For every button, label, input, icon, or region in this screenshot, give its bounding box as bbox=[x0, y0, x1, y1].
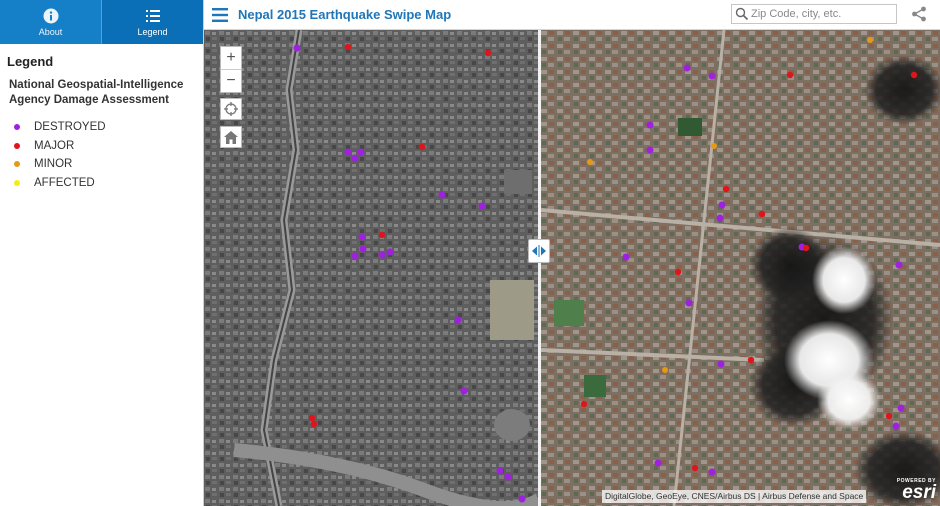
locate-button[interactable] bbox=[220, 98, 242, 120]
legend-title: Legend bbox=[7, 54, 54, 69]
legend-label: DESTROYED bbox=[34, 121, 106, 134]
legend-label: MAJOR bbox=[34, 139, 75, 152]
list-icon bbox=[145, 8, 161, 24]
tab-legend-label: Legend bbox=[137, 26, 168, 37]
legend-layer-title: National Geospatial-Intelligence Agency … bbox=[9, 79, 184, 106]
swipe-handle[interactable] bbox=[528, 239, 550, 263]
sidebar: About Legend Legend National Geospatial-… bbox=[0, 0, 204, 506]
hamburger-menu-icon[interactable] bbox=[212, 7, 228, 22]
legend-item-destroyed: DESTROYED bbox=[14, 118, 203, 137]
zoom-control: + − bbox=[220, 46, 242, 93]
destroyed-points bbox=[293, 44, 905, 503]
legend-swatch-minor bbox=[14, 161, 20, 168]
legend-label: AFFECTED bbox=[34, 176, 95, 189]
damage-points-layer bbox=[293, 37, 918, 503]
search-input[interactable] bbox=[749, 8, 893, 20]
tab-legend[interactable]: Legend bbox=[102, 0, 203, 44]
home-button[interactable] bbox=[220, 126, 242, 148]
legend-item-minor: MINOR bbox=[14, 155, 203, 174]
tab-about[interactable]: About bbox=[0, 0, 102, 44]
share-icon[interactable] bbox=[911, 6, 927, 22]
app-title: Nepal 2015 Earthquake Swipe Map bbox=[238, 7, 452, 22]
crosshair-icon bbox=[224, 102, 238, 116]
legend-swatch-major bbox=[14, 142, 20, 149]
esri-logo[interactable]: POWERED BY esri bbox=[886, 478, 936, 504]
legend-list: DESTROYED MAJOR MINOR AFFECTED bbox=[14, 118, 203, 192]
legend-swatch-affected bbox=[14, 179, 20, 186]
home-icon bbox=[224, 130, 238, 144]
map-view[interactable]: + − DigitalGlobe, GeoEye, CNES/Airbus DS… bbox=[204, 30, 940, 506]
sidebar-tabs: About Legend bbox=[0, 0, 203, 44]
search-box bbox=[731, 4, 897, 24]
legend-item-affected: AFFECTED bbox=[14, 174, 203, 193]
tab-about-label: About bbox=[38, 26, 63, 37]
zoom-in-button[interactable]: + bbox=[221, 47, 241, 69]
legend-label: MINOR bbox=[34, 158, 73, 171]
info-icon bbox=[43, 8, 59, 24]
app-header: Nepal 2015 Earthquake Swipe Map bbox=[204, 0, 940, 30]
map-attribution: DigitalGlobe, GeoEye, CNES/Airbus DS | A… bbox=[602, 490, 867, 503]
legend-item-major: MAJOR bbox=[14, 137, 203, 156]
search-icon[interactable] bbox=[735, 7, 749, 21]
legend-swatch-destroyed bbox=[14, 124, 20, 131]
major-points bbox=[308, 43, 918, 472]
esri-wordmark: esri bbox=[902, 482, 936, 503]
minor-points bbox=[587, 37, 873, 373]
swipe-divider[interactable] bbox=[538, 30, 541, 506]
zoom-out-button[interactable]: − bbox=[221, 69, 241, 92]
swipe-arrows-icon bbox=[532, 245, 546, 257]
